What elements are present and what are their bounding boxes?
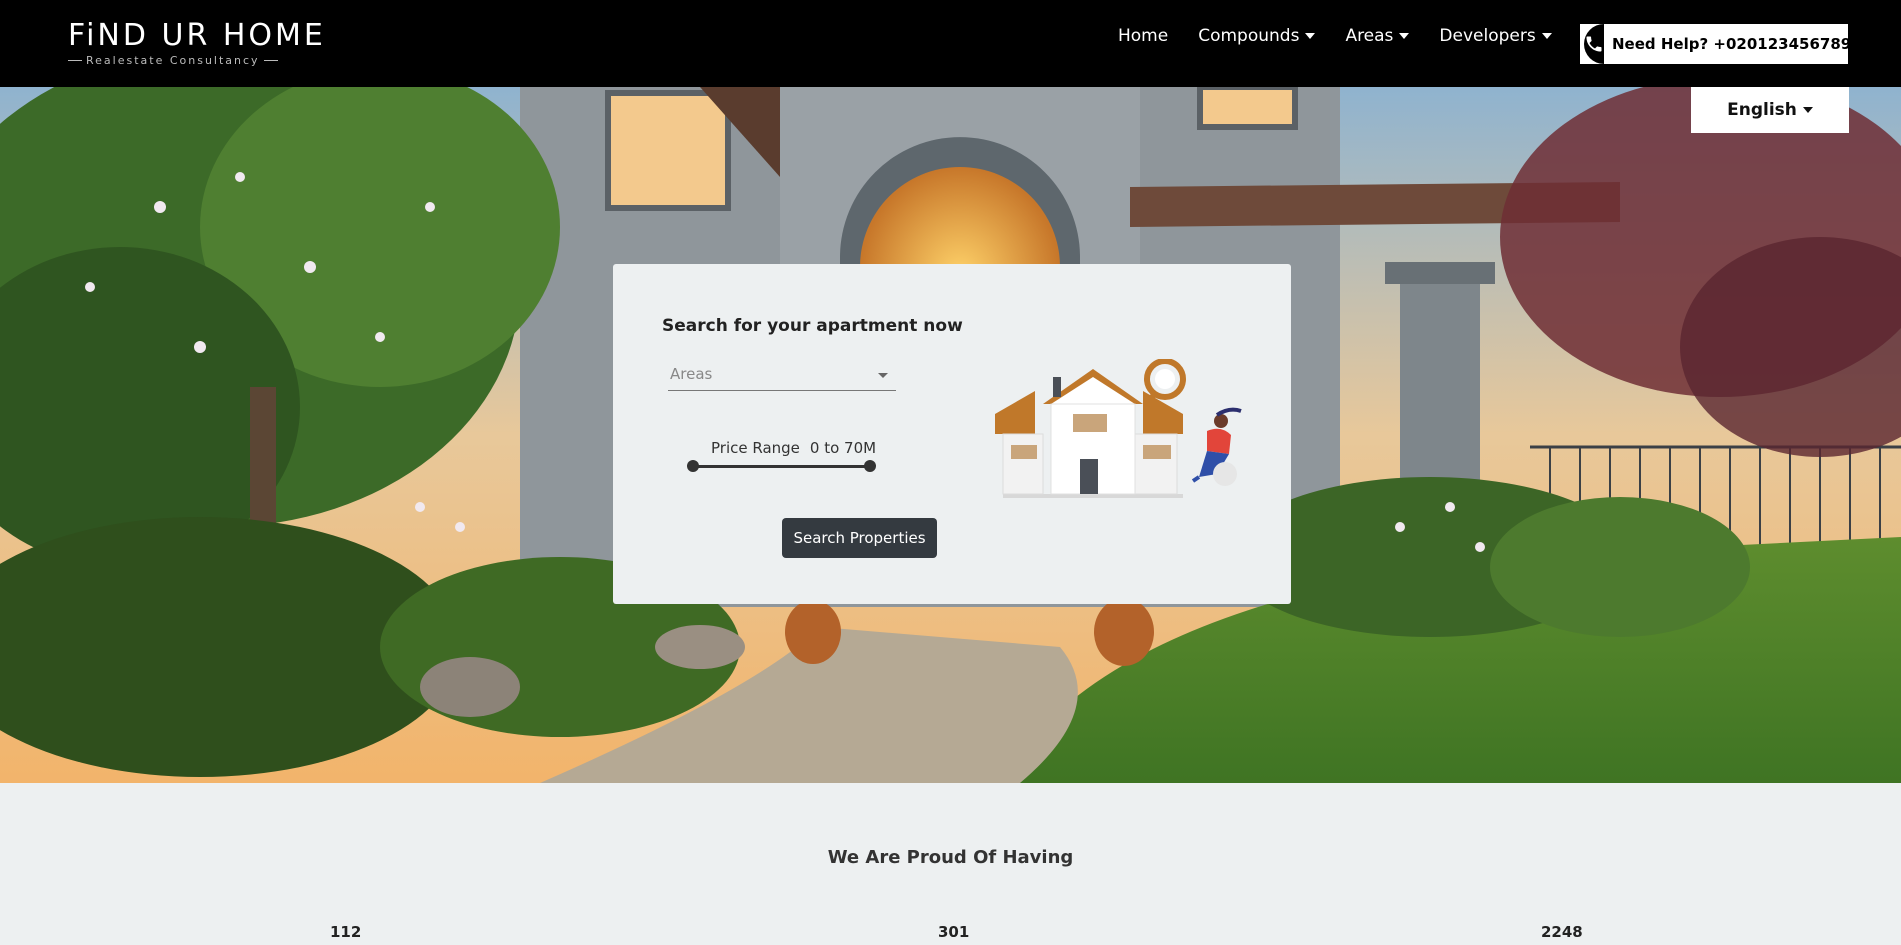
stat-value: 112 xyxy=(330,923,362,941)
phone-icon xyxy=(1584,24,1604,64)
language-dropdown[interactable]: English xyxy=(1691,87,1849,133)
areas-select[interactable]: Areas xyxy=(668,361,896,391)
caret-down-icon xyxy=(1541,33,1552,39)
price-slider-max-handle[interactable] xyxy=(864,460,876,472)
house-search-illustration xyxy=(995,359,1242,498)
logo-tagline: Realestate Consultancy xyxy=(68,54,278,67)
price-slider-min-handle[interactable] xyxy=(687,460,699,472)
need-help-button[interactable]: Need Help? +0201234567891 xyxy=(1580,24,1862,64)
top-navbar: FiND UR HOME Realestate Consultancy Home… xyxy=(0,0,1901,87)
price-range-value: 0 to 70M xyxy=(809,439,877,457)
nav-compounds-label: Compounds xyxy=(1198,26,1300,46)
help-phone-text: Need Help? +0201234567891 xyxy=(1612,35,1862,53)
price-range-slider-track[interactable] xyxy=(692,465,870,468)
nav-home-label: Home xyxy=(1118,26,1169,46)
caret-down-icon xyxy=(1802,107,1813,113)
price-range-text: Price Range xyxy=(711,439,800,457)
nav-developers-dropdown[interactable]: Developers xyxy=(1439,26,1552,46)
nav-developers-label: Developers xyxy=(1439,26,1536,46)
chevron-down-icon xyxy=(878,373,888,378)
stat-value: 301 xyxy=(938,923,970,941)
stats-title: We Are Proud Of Having xyxy=(827,847,1074,868)
search-title: Search for your apartment now xyxy=(662,316,963,336)
price-range-label: Price Range 0 to 70M xyxy=(711,439,876,457)
areas-select-placeholder: Areas xyxy=(670,365,713,383)
nav-compounds-dropdown[interactable]: Compounds xyxy=(1198,26,1316,46)
search-card: Search for your apartment now Areas Pric… xyxy=(613,264,1291,604)
logo-tagline-text: Realestate Consultancy xyxy=(86,54,260,67)
caret-down-icon xyxy=(1399,33,1410,39)
nav-areas-label: Areas xyxy=(1345,26,1394,46)
search-properties-button[interactable]: Search Properties xyxy=(782,518,937,558)
logo[interactable]: FiND UR HOME Realestate Consultancy xyxy=(68,18,326,70)
nav-home[interactable]: Home xyxy=(1118,26,1168,46)
main-nav: Home Compounds Areas Developers xyxy=(1118,26,1552,46)
stat-value: 2248 xyxy=(1541,923,1583,941)
logo-text: FiND UR HOME xyxy=(68,18,326,53)
caret-down-icon xyxy=(1305,33,1316,39)
nav-areas-dropdown[interactable]: Areas xyxy=(1345,26,1410,46)
language-label: English xyxy=(1727,100,1797,120)
